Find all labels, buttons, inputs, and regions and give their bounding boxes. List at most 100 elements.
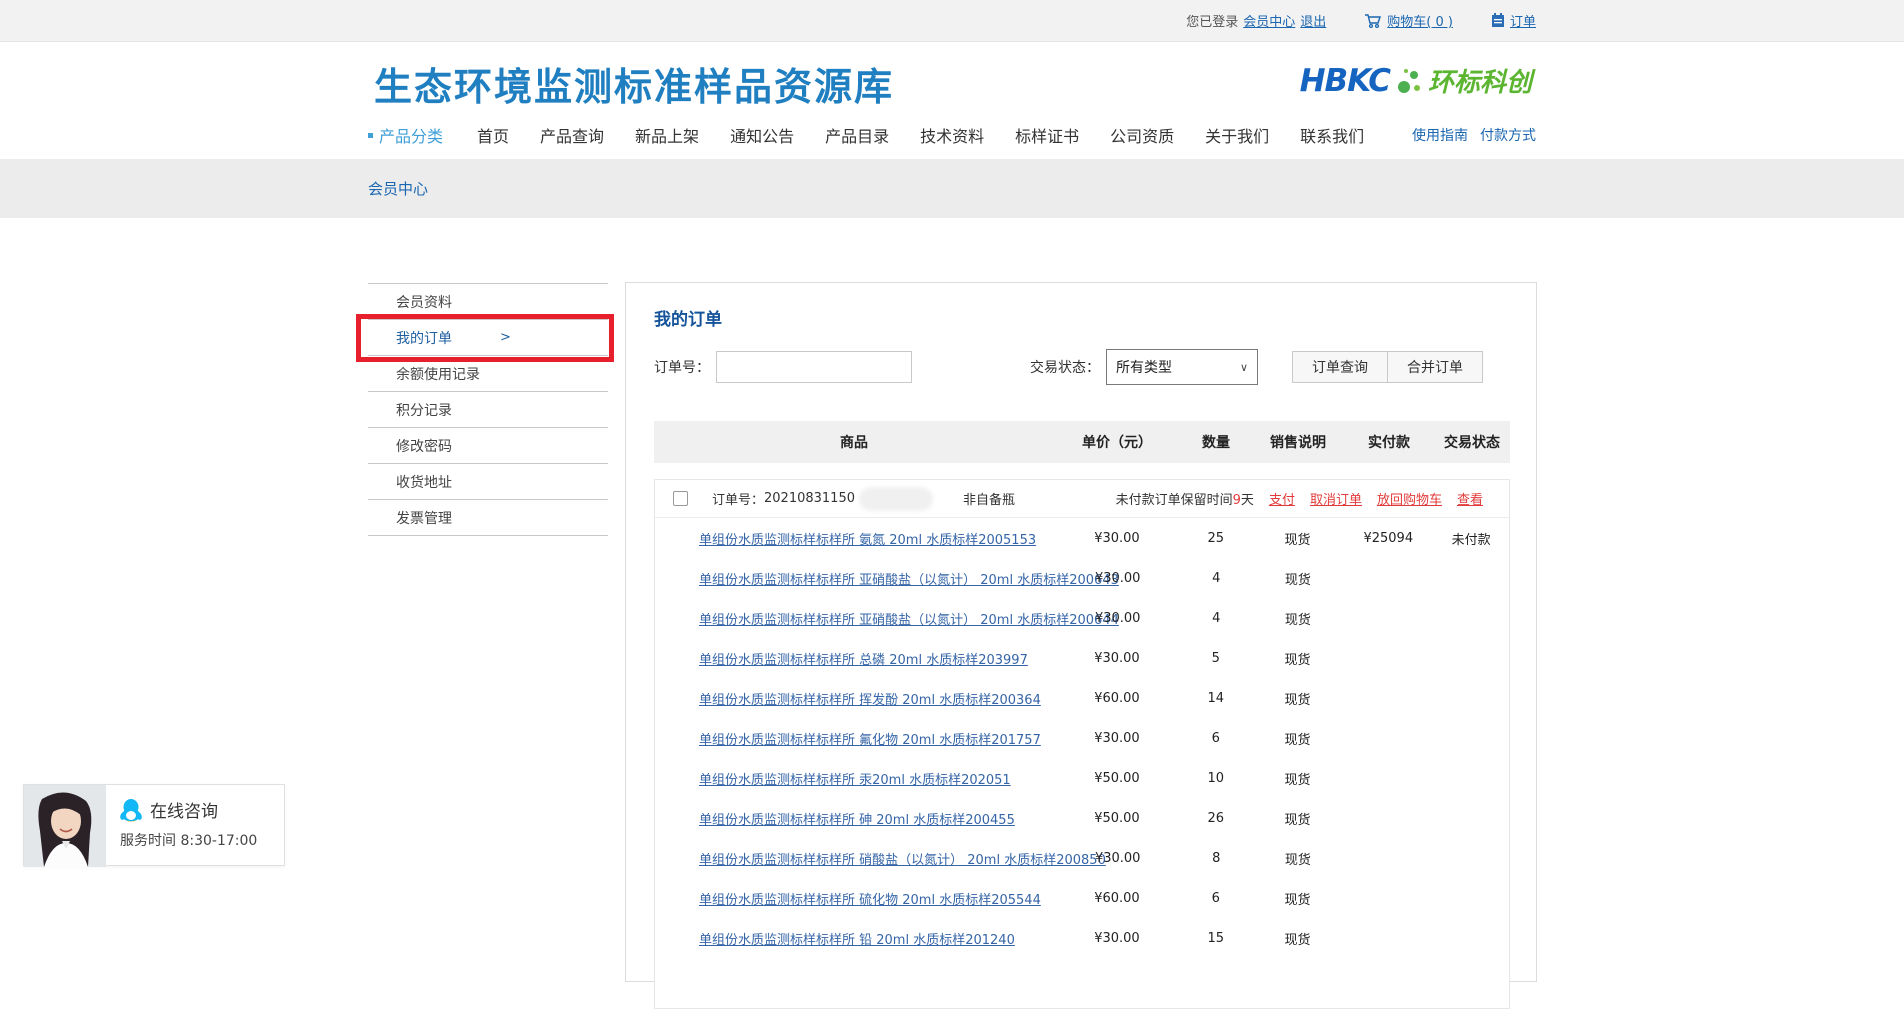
sidebar-item-3[interactable]: 积分记录 — [368, 392, 608, 428]
product-link[interactable]: 单组份水质监测标样标样所 汞20ml 水质标样202051 — [699, 773, 1011, 788]
sidebar-item-6[interactable]: 发票管理 — [368, 500, 608, 536]
nav-item-3[interactable]: 通知公告 — [730, 123, 794, 147]
order-item-row: 单组份水质监测标样标样所 硝酸盐（以氮计） 20ml 水质标样200850¥30… — [655, 838, 1509, 878]
nav-item-7[interactable]: 公司资质 — [1110, 123, 1174, 147]
nav-item-2[interactable]: 新品上架 — [635, 123, 699, 147]
cell-price: ¥30.00 — [1055, 611, 1180, 626]
cell-price: ¥30.00 — [1054, 931, 1180, 946]
nav-item-5[interactable]: 技术资料 — [920, 123, 984, 147]
cell-qty: 6 — [1180, 891, 1252, 906]
cell-sale: 现货 — [1252, 529, 1344, 548]
nav-item-0[interactable]: 首页 — [477, 123, 509, 147]
product-link[interactable]: 单组份水质监测标样标样所 砷 20ml 水质标样200455 — [699, 813, 1015, 828]
nav-item-8[interactable]: 关于我们 — [1205, 123, 1269, 147]
cell-price: ¥60.00 — [1054, 891, 1180, 906]
merge-orders-button[interactable]: 合并订单 — [1387, 351, 1483, 383]
header-unit-price: 单价（元） — [1054, 432, 1180, 452]
order-item-row: 单组份水质监测标样标样所 氟化物 20ml 水质标样201757¥30.006现… — [655, 718, 1509, 758]
sidebar-item-1[interactable]: 我的订单> — [368, 320, 608, 356]
sidebar-item-label: 余额使用记录 — [396, 364, 480, 384]
order-no-label: 订单号： — [654, 357, 710, 377]
order-group: 订单号：20210831150 非自备瓶 未付款订单保留时间9天 支付取消订单放… — [654, 479, 1510, 1009]
sidebar-item-2[interactable]: 余额使用记录 — [368, 356, 608, 392]
cart-link[interactable]: 购物车( 0 ) — [1387, 11, 1453, 30]
order-item-row: 单组份水质监测标样标样所 铅 20ml 水质标样201240 ¥30.0015现货 — [655, 918, 1509, 958]
page-title: 我的订单 — [654, 305, 722, 330]
product-link[interactable]: 单组份水质监测标样标样所 硝酸盐（以氮计） 20ml 水质标样200850 — [699, 853, 1106, 868]
header-paid: 实付款 — [1344, 432, 1434, 452]
status-select[interactable]: 所有类型 ∨ — [1106, 349, 1258, 385]
header-product: 商品 — [654, 432, 1054, 452]
order-action-1[interactable]: 取消订单 — [1310, 489, 1362, 508]
breadcrumb[interactable]: 会员中心 — [368, 178, 428, 199]
order-action-0[interactable]: 支付 — [1269, 489, 1295, 508]
member-center-link[interactable]: 会员中心 — [1243, 11, 1295, 30]
product-link[interactable]: 单组份水质监测标样标样所 挥发酚 20ml 水质标样200364 — [699, 693, 1041, 708]
order-search-form: 订单号： 交易状态： 所有类型 ∨ 订单查询 合并订单 — [654, 349, 1510, 385]
product-link[interactable]: 单组份水质监测标样标样所 氟化物 20ml 水质标样201757 — [699, 733, 1041, 748]
brand-logo-en: HBKC — [1300, 63, 1390, 99]
cell-price: ¥30.00 — [1054, 731, 1180, 746]
cell-qty: 10 — [1180, 771, 1252, 786]
cell-sale: 现货 — [1252, 689, 1344, 708]
site-logo[interactable]: 生态环境监测标准样品资源库 — [374, 56, 894, 111]
redacted-order-no — [859, 487, 933, 511]
cell-name: 单组份水质监测标样标样所 亚硝酸盐（以氮计） 20ml 水质标样200644 — [655, 609, 1055, 628]
chevron-down-icon: ∨ — [1240, 361, 1248, 374]
order-item-row: 单组份水质监测标样标样所 硫化物 20ml 水质标样205544¥60.006现… — [655, 878, 1509, 918]
orders-table-header: 商品 单价（元） 数量 销售说明 实付款 交易状态 — [654, 421, 1510, 463]
nav-item-4[interactable]: 产品目录 — [825, 123, 889, 147]
order-action-3[interactable]: 查看 — [1457, 489, 1483, 508]
brand-logo: HBKC 环标科创 — [1300, 62, 1532, 99]
orders-panel: 我的订单 订单号： 交易状态： 所有类型 ∨ 订单查询 合并订单 商品 单价（元… — [625, 282, 1537, 982]
cell-sale: 现货 — [1252, 609, 1344, 628]
sidebar-item-label: 发票管理 — [396, 508, 452, 528]
cell-price: ¥30.00 — [1055, 851, 1180, 866]
order-summary-row: 订单号：20210831150 非自备瓶 未付款订单保留时间9天 支付取消订单放… — [655, 480, 1509, 518]
breadcrumb-bar: 会员中心 — [0, 159, 1904, 218]
bottle-note: 非自备瓶 — [963, 489, 1015, 508]
header-sale-note: 销售说明 — [1252, 432, 1344, 452]
order-no-input[interactable] — [716, 351, 912, 383]
cell-sale: 现货 — [1252, 649, 1344, 668]
cell-name: 单组份水质监测标样标样所 氨氮 20ml 水质标样2005153 — [655, 529, 1054, 548]
cell-name: 单组份水质监测标样标样所 汞20ml 水质标样202051 — [655, 769, 1054, 788]
sidebar-item-label: 修改密码 — [396, 436, 452, 456]
cell-qty: 5 — [1180, 651, 1252, 666]
online-chat-widget[interactable]: 在线咨询 服务时间 8:30-17:00 — [23, 784, 285, 866]
cell-name: 单组份水质监测标样标样所 挥发酚 20ml 水质标样200364 — [655, 689, 1054, 708]
nav-product-category[interactable]: 产品分类 — [368, 123, 443, 147]
order-no-value: 20210831150 — [764, 491, 855, 506]
cell-name: 单组份水质监测标样标样所 硫化物 20ml 水质标样205544 — [655, 889, 1054, 908]
cell-sale: 现货 — [1252, 929, 1344, 948]
cell-price: ¥30.00 — [1055, 571, 1180, 586]
nav-item-9[interactable]: 联系我们 — [1300, 123, 1364, 147]
service-agent-photo — [24, 785, 106, 867]
product-link[interactable]: 单组份水质监测标样标样所 氨氮 20ml 水质标样2005153 — [699, 533, 1036, 548]
header-quantity: 数量 — [1180, 432, 1252, 452]
nav-item-1[interactable]: 产品查询 — [540, 123, 604, 147]
sidebar-item-5[interactable]: 收货地址 — [368, 464, 608, 500]
cell-qty: 15 — [1180, 931, 1252, 946]
cell-qty: 25 — [1180, 531, 1252, 546]
query-orders-button[interactable]: 订单查询 — [1292, 351, 1388, 383]
nav-right-link-0[interactable]: 使用指南 — [1412, 125, 1468, 145]
chat-title: 在线咨询 — [150, 797, 218, 822]
nav-item-6[interactable]: 标样证书 — [1015, 123, 1079, 147]
cell-qty: 8 — [1180, 851, 1252, 866]
cell-price: ¥50.00 — [1054, 811, 1180, 826]
bullet-icon — [368, 133, 373, 138]
product-link[interactable]: 单组份水质监测标样标样所 硫化物 20ml 水质标样205544 — [699, 893, 1041, 908]
order-action-2[interactable]: 放回购物车 — [1377, 489, 1442, 508]
logout-link[interactable]: 退出 — [1300, 11, 1326, 30]
nav-right-links: 使用指南付款方式 — [1412, 125, 1536, 145]
sidebar-item-0[interactable]: 会员资料 — [368, 284, 608, 320]
cart-icon — [1364, 13, 1382, 29]
brand-logo-cn: 环标科创 — [1428, 62, 1532, 99]
nav-right-link-1[interactable]: 付款方式 — [1480, 125, 1536, 145]
product-link[interactable]: 单组份水质监测标样标样所 铅 20ml 水质标样201240 — [699, 933, 1015, 948]
order-checkbox[interactable] — [673, 491, 688, 506]
sidebar-item-4[interactable]: 修改密码 — [368, 428, 608, 464]
product-link[interactable]: 单组份水质监测标样标样所 总磷 20ml 水质标样203997 — [699, 653, 1028, 668]
orders-link[interactable]: 订单 — [1510, 11, 1536, 30]
